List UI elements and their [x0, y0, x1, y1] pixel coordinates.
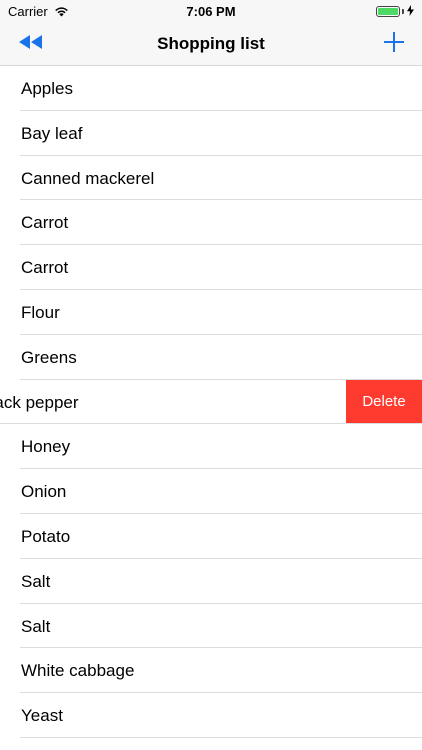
item-label: Flour: [21, 302, 60, 322]
item-label: Salt: [21, 616, 51, 636]
plus-icon: [384, 31, 404, 57]
list-item[interactable]: Salt: [0, 604, 422, 649]
status-bar: Carrier 7:06 PM: [0, 0, 422, 22]
item-label: White cabbage: [21, 661, 135, 681]
list-item[interactable]: Canned mackerel: [0, 156, 422, 201]
list-item[interactable]: Yeast: [0, 693, 422, 738]
list-item[interactable]: Potato: [0, 514, 422, 559]
delete-button[interactable]: Delete: [346, 379, 422, 425]
status-time: 7:06 PM: [186, 4, 236, 19]
item-label: Yeast: [21, 706, 63, 726]
battery-icon: [376, 6, 400, 17]
list-item[interactable]: Onion: [0, 469, 422, 514]
battery-cap: [402, 9, 404, 14]
list-item[interactable]: Carrot: [0, 200, 422, 245]
list-item[interactable]: Salt: [0, 559, 422, 604]
item-label: Bay leaf: [21, 123, 83, 143]
item-label: Potato: [21, 526, 71, 546]
list-item[interactable]: Bay leaf: [0, 111, 422, 156]
item-label: Greens: [21, 347, 77, 367]
status-right: [376, 4, 414, 19]
item-label: Apples: [21, 79, 73, 98]
item-label: Honey: [21, 437, 71, 457]
page-title: Shopping list: [157, 34, 265, 53]
charging-icon: [407, 4, 414, 19]
shopping-list: Apples Bay leaf Canned mackerel Carrot C…: [0, 66, 422, 738]
add-item-button[interactable]: [380, 30, 408, 58]
item-label: Carrot: [21, 213, 69, 233]
list-item[interactable]: White cabbage: [0, 648, 422, 693]
item-label: Onion: [21, 482, 67, 502]
list-item[interactable]: Honey: [0, 424, 422, 469]
list-item[interactable]: Apples: [0, 66, 422, 111]
navigation-bar: Shopping list: [0, 22, 422, 66]
item-label: Carrot: [21, 258, 69, 278]
item-label: d black pepper: [0, 392, 79, 412]
item-label: Canned mackerel: [21, 168, 155, 188]
battery-level: [378, 8, 398, 15]
list-item-swiped[interactable]: d black pepper Delete: [0, 379, 422, 425]
list-item[interactable]: Flour: [0, 290, 422, 335]
item-label: Salt: [21, 571, 51, 591]
list-item[interactable]: Carrot: [0, 245, 422, 290]
list-item[interactable]: Greens: [0, 335, 422, 380]
